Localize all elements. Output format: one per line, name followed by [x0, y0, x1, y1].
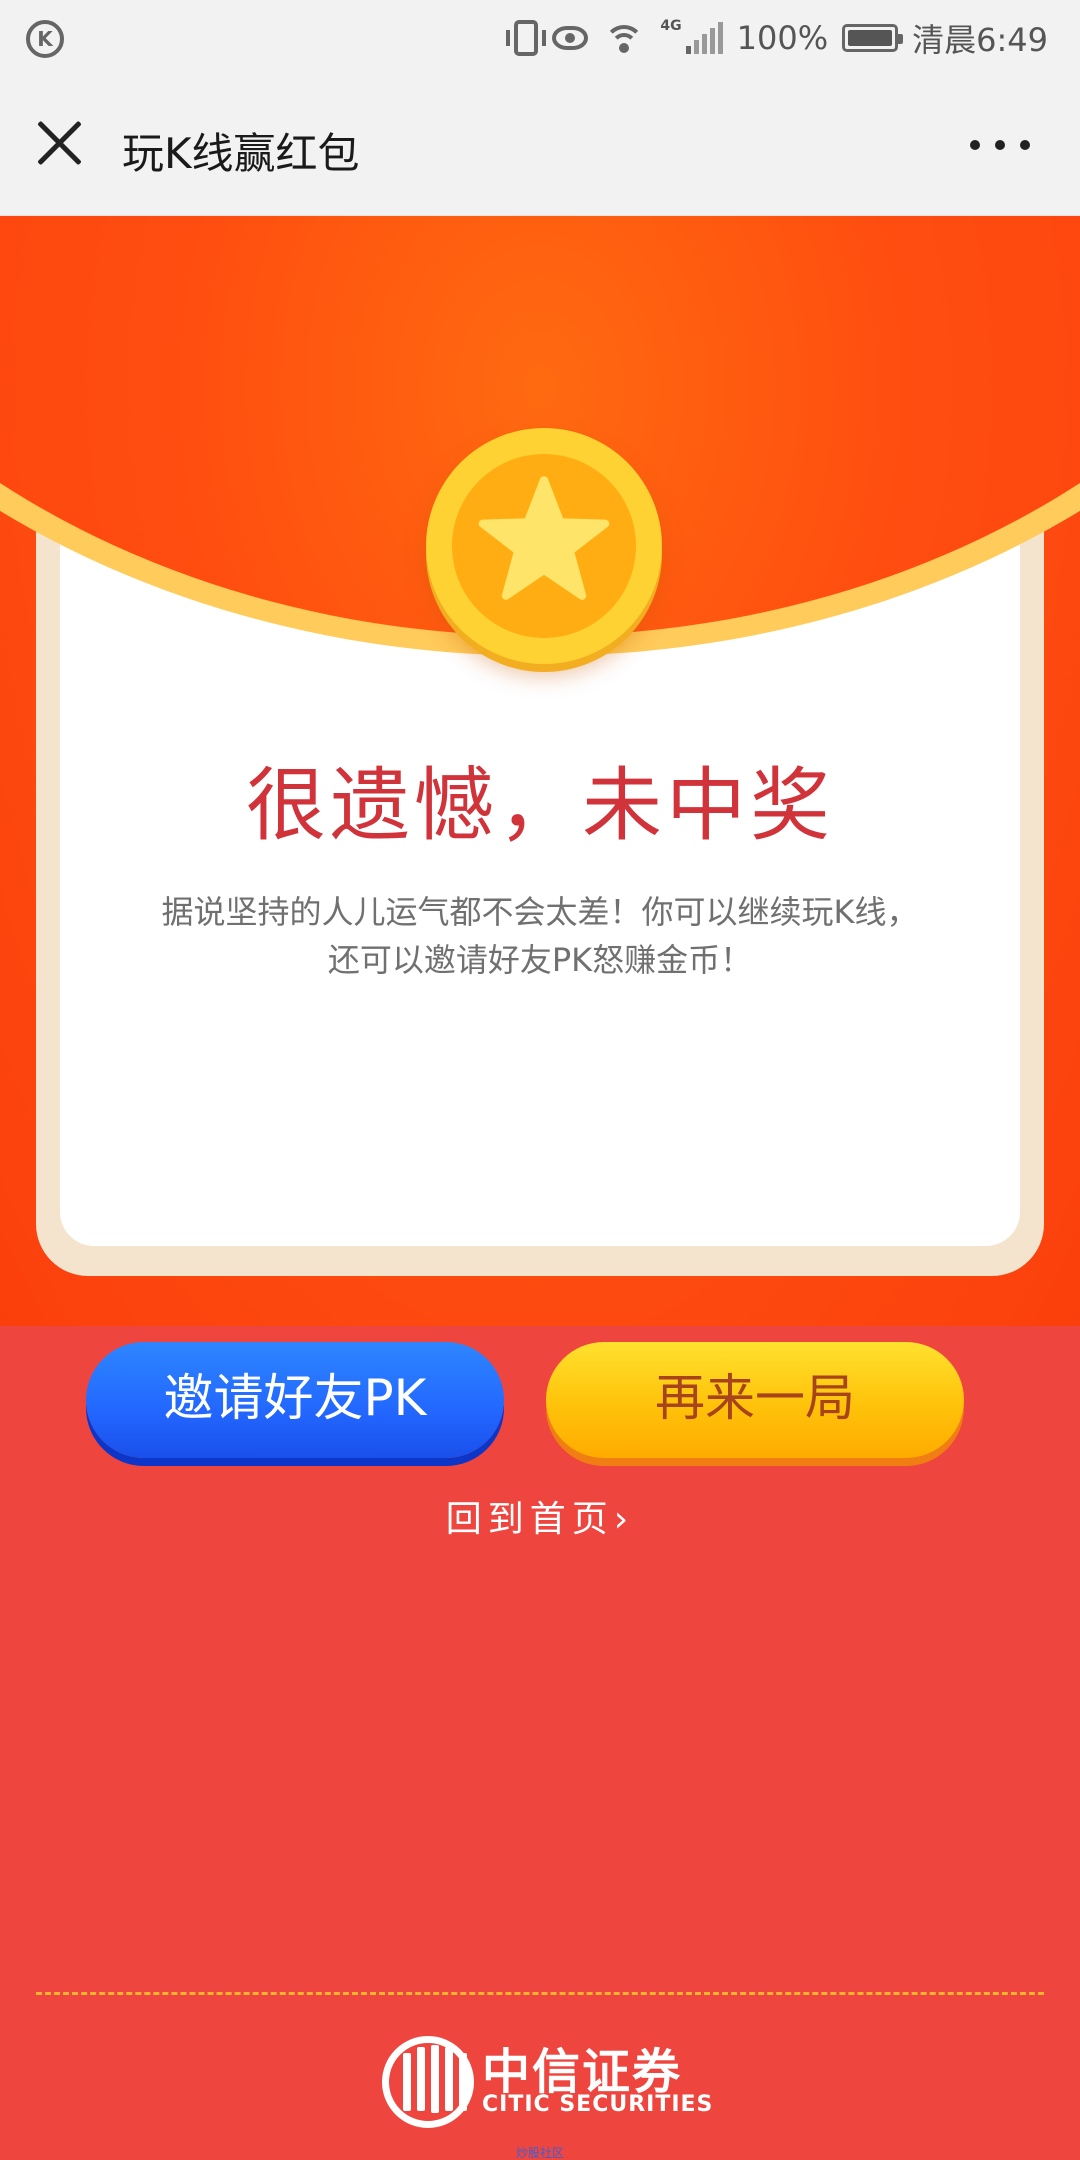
status-time: 清晨6:49: [912, 21, 1048, 59]
status-icons: 4G 100% 清晨6:49: [506, 14, 1048, 62]
title-bar: 玩K线赢红包: [0, 76, 1080, 216]
back-to-home-label: 回到首页: [445, 1499, 614, 1540]
invite-friend-pk-button[interactable]: 邀请好友PK: [86, 1342, 504, 1458]
result-description-line-1: 据说坚持的人儿运气都不会太差！你可以继续玩K线，: [161, 893, 919, 931]
page-title: 玩K线赢红包: [122, 129, 360, 178]
result-description-line-2: 还可以邀请好友PK怒赚金币！: [327, 941, 753, 979]
wifi-icon: [602, 23, 646, 53]
network-type: 4G: [660, 18, 682, 34]
battery-percent: 100%: [736, 19, 829, 57]
signal-icon: [685, 22, 723, 54]
battery-icon: [842, 24, 904, 52]
more-icon[interactable]: [970, 130, 1030, 160]
result-description: 据说坚持的人儿运气都不会太差！你可以继续玩K线， 还可以邀请好友PK怒赚金币！: [110, 888, 970, 984]
result-title: 很遗憾，未中奖: [246, 759, 834, 852]
app-k-icon: K: [26, 20, 64, 58]
close-icon[interactable]: [34, 118, 84, 168]
footer-divider: [36, 1992, 1044, 1995]
status-bar: K 4G 100% 清晨6:49: [0, 0, 1080, 76]
footer-note: 炒股社区: [515, 2146, 564, 2160]
vibrate-icon: [506, 20, 547, 56]
star-coin-icon: [426, 428, 662, 664]
citic-logo-icon: [382, 2036, 474, 2128]
result-banner: 很遗憾，未中奖 据说坚持的人儿运气都不会太差！你可以继续玩K线， 还可以邀请好友…: [0, 216, 1080, 1326]
play-again-button[interactable]: 再来一局: [546, 1342, 964, 1458]
chevron-right-icon: ›: [613, 1499, 635, 1540]
eye-icon: [552, 26, 589, 50]
back-to-home-link[interactable]: 回到首页›: [0, 1490, 1080, 1542]
citic-logo-text-en: CITIC SECURITIES: [482, 2092, 714, 2117]
